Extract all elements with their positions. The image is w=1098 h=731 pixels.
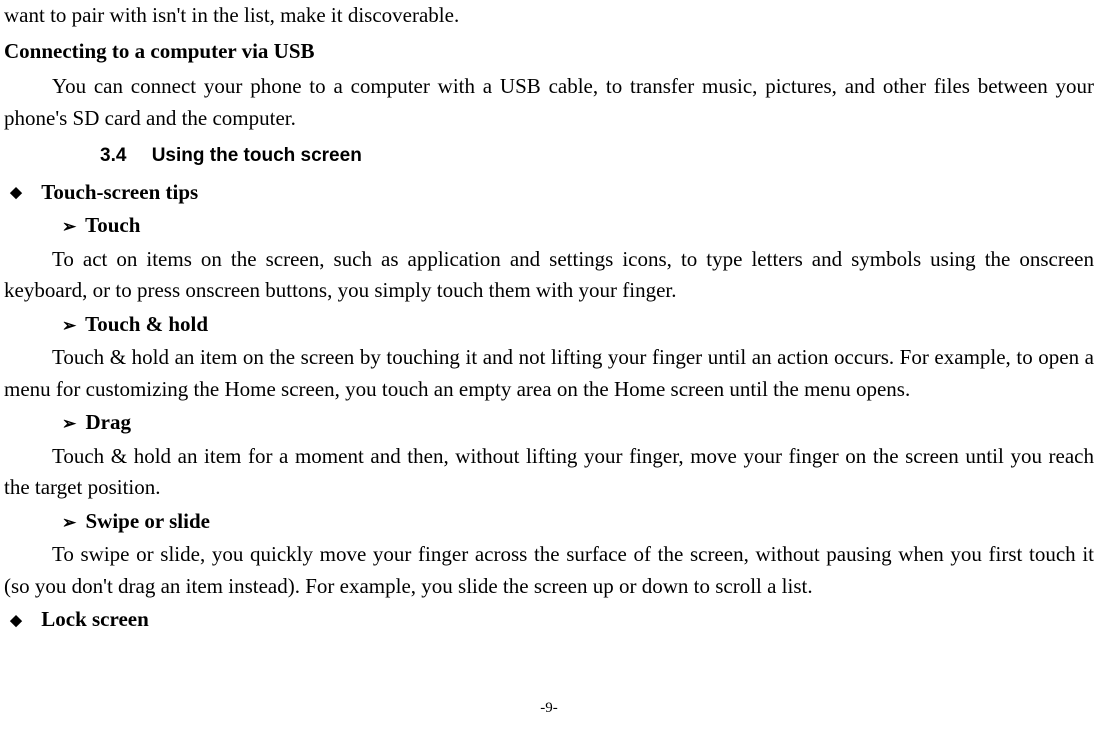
swipe-title: Swipe or slide [86, 509, 210, 533]
section-title: Using the touch screen [152, 145, 362, 166]
swipe-body: To swipe or slide, you quickly move your… [4, 539, 1094, 602]
touch-hold-title: Touch & hold [85, 312, 208, 336]
drag-body: Touch & hold an item for a moment and th… [4, 441, 1094, 504]
arrow-icon: ➢ [62, 510, 76, 536]
usb-body: You can connect your phone to a computer… [4, 71, 1094, 134]
touch-hold-heading: ➢ Touch & hold [62, 309, 1094, 341]
arrow-icon: ➢ [62, 313, 76, 339]
lock-heading-text: Lock screen [41, 607, 149, 631]
arrow-icon: ➢ [62, 214, 76, 240]
touch-body: To act on items on the screen, such as a… [4, 244, 1094, 307]
touch-hold-body: Touch & hold an item on the screen by to… [4, 342, 1094, 405]
partial-top-line: want to pair with isn't in the list, mak… [4, 0, 1094, 32]
drag-title: Drag [86, 410, 132, 434]
usb-heading: Connecting to a computer via USB [4, 36, 1094, 68]
page-number: -9- [0, 697, 1098, 720]
arrow-icon: ➢ [62, 411, 76, 437]
lock-heading-item: ◆ Lock screen [4, 604, 1094, 636]
swipe-heading: ➢ Swipe or slide [62, 506, 1094, 538]
touch-title: Touch [85, 213, 140, 237]
diamond-icon: ◆ [4, 182, 28, 205]
touch-heading: ➢ Touch [62, 210, 1094, 242]
tips-heading-text: Touch-screen tips [41, 180, 198, 204]
drag-heading: ➢ Drag [62, 407, 1094, 439]
section-heading: 3.4 Using the touch screen [100, 142, 1094, 171]
tips-heading-item: ◆ Touch-screen tips [4, 177, 1094, 209]
section-number: 3.4 [100, 142, 126, 171]
diamond-icon: ◆ [4, 610, 28, 633]
